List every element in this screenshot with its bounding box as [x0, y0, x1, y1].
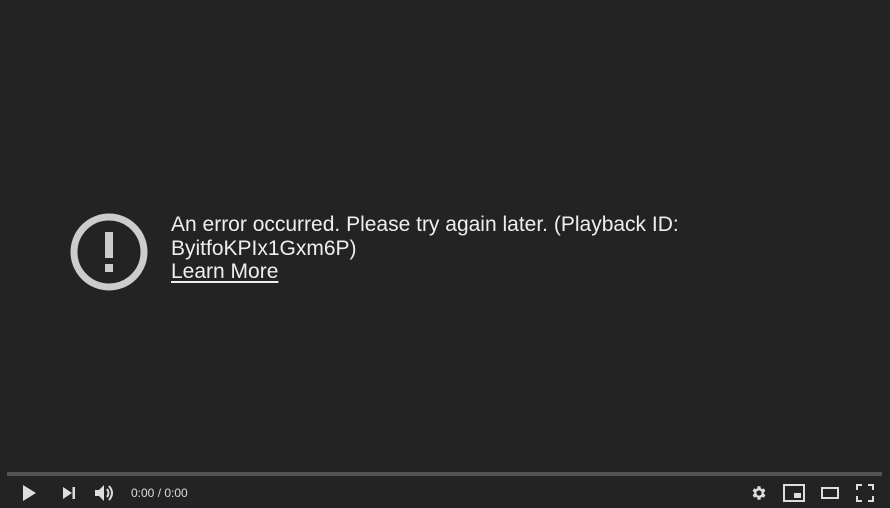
player-controls: 0:00 / 0:00 [0, 478, 890, 508]
error-message: An error occurred. Please try again late… [171, 213, 679, 260]
next-icon [63, 487, 75, 499]
learn-more-link[interactable]: Learn More [171, 260, 278, 284]
fullscreen-icon [856, 484, 874, 502]
alert-circle-icon [70, 213, 148, 291]
progress-bar[interactable] [7, 472, 882, 476]
time-display: 0:00 / 0:00 [131, 486, 188, 500]
volume-icon [95, 485, 113, 501]
error-panel: An error occurred. Please try again late… [70, 213, 731, 291]
settings-button[interactable] [742, 478, 776, 508]
error-message-block: An error occurred. Please try again late… [171, 213, 731, 284]
volume-button[interactable] [87, 478, 123, 508]
fullscreen-button[interactable] [848, 478, 882, 508]
play-button[interactable] [7, 478, 51, 508]
theater-mode-button[interactable] [812, 478, 848, 508]
miniplayer-icon [783, 484, 805, 502]
theater-mode-icon [821, 487, 839, 499]
settings-icon [752, 486, 766, 500]
play-icon [23, 485, 36, 501]
next-button[interactable] [51, 478, 87, 508]
miniplayer-button[interactable] [776, 478, 812, 508]
